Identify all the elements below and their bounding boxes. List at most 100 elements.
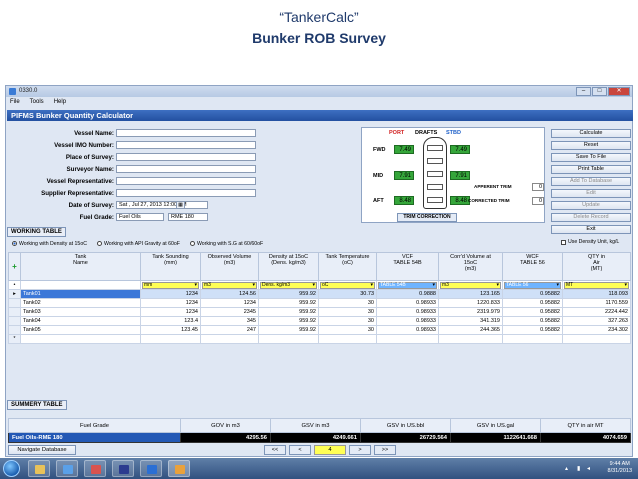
surveyor-name-input[interactable]	[116, 165, 256, 173]
new-row-icon: *	[8, 334, 21, 344]
vessel-imo-label: Vessel IMO Number:	[54, 142, 114, 149]
vessel-representative-input[interactable]	[116, 177, 256, 185]
print-table-button[interactable]: Print Table	[551, 165, 631, 174]
page-number-field[interactable]: 4	[314, 445, 346, 455]
calendar-icon[interactable]: ▦	[176, 201, 185, 209]
supplier-representative-input[interactable]	[116, 189, 256, 197]
col-header-gsv-m3: GSV in m3	[270, 418, 361, 433]
fuel-grade-label: Fuel Grade:	[79, 214, 114, 221]
fuel-type-select[interactable]: Fuel Oils	[116, 213, 164, 221]
edit-button[interactable]: Edit	[551, 189, 631, 198]
exit-button[interactable]: Exit	[551, 225, 631, 234]
sounding-unit-select[interactable]: mm	[142, 281, 199, 289]
last-page-button[interactable]: >>	[374, 445, 396, 455]
prev-page-button[interactable]: <	[289, 445, 311, 455]
table-row[interactable]: Tank04 123.4 345 959.92 30 0.98933 341.3…	[8, 316, 631, 326]
mid-stbd-draft[interactable]: 7.91	[450, 171, 470, 180]
window-title: 0330.0	[19, 88, 38, 94]
col-header-qty-air-mt: QTY in air MT	[540, 418, 631, 433]
col-header-fuel-grade: Fuel Grade	[8, 418, 181, 433]
radio-sg-60[interactable]: Working with S.G at 60/60oF	[189, 241, 263, 247]
menu-bar: File Tools Help	[6, 99, 66, 109]
app-window: 0330.0 – □ ✕ File Tools Help PIFMS Bunke…	[5, 85, 633, 457]
aft-port-draft[interactable]: 8.48	[394, 196, 414, 205]
add-row-icon[interactable]: +	[8, 252, 21, 281]
date-of-survey-picker[interactable]: Sat , Jul 27, 2013 12:00 AM	[116, 201, 208, 209]
app-taskbar-icon[interactable]	[112, 460, 134, 477]
volume-unit-select[interactable]: m3	[202, 281, 257, 289]
radio-density-15c[interactable]: Working with Density at 15oC	[12, 241, 87, 247]
supplier-representative-label: Supplier Representative:	[41, 190, 114, 197]
update-button[interactable]: Update	[551, 201, 631, 210]
table-row[interactable]: Tank05 123.45 247 959.92 30 0.98933 244.…	[8, 325, 631, 335]
delete-record-button[interactable]: Delete Record	[551, 213, 631, 222]
reset-button[interactable]: Reset	[551, 141, 631, 150]
vessel-imo-input[interactable]	[116, 141, 256, 149]
col-header-gsv-gal: GSV in US.gal	[450, 418, 541, 433]
qty-unit-select[interactable]: MT	[564, 281, 629, 289]
media-taskbar-icon[interactable]	[56, 460, 78, 477]
maximize-button[interactable]: □	[592, 87, 607, 96]
working-table-tab[interactable]: WORKING TABLE	[7, 227, 66, 237]
minimize-button[interactable]: –	[576, 87, 591, 96]
save-to-file-button[interactable]: Save To File	[551, 153, 631, 162]
col-header-density: Density at 15oC (Dens. kg/m3)	[258, 252, 319, 281]
slide-subtitle: Bunker ROB Survey	[252, 30, 386, 46]
powerpoint-taskbar-icon[interactable]	[84, 460, 106, 477]
mid-port-draft[interactable]: 7.91	[394, 171, 414, 180]
corrected-volume-unit-select[interactable]: m3	[440, 281, 501, 289]
wcf-table-select[interactable]: TABLE 56	[504, 281, 561, 289]
vessel-name-label: Vessel Name:	[74, 130, 114, 137]
menu-help[interactable]: Help	[54, 99, 66, 109]
vessel-name-input[interactable]	[116, 129, 256, 137]
row-header	[8, 316, 21, 326]
fwd-stbd-draft[interactable]: 7.49	[450, 145, 470, 154]
col-header-tank-sounding: Tank Sounding (mm)	[140, 252, 201, 281]
first-page-button[interactable]: <<	[264, 445, 286, 455]
tray-arrow-icon[interactable]: ▴	[565, 465, 568, 472]
stbd-label: STBD	[446, 130, 461, 136]
table-row[interactable]: Tank02 1234 1234 959.92 30 0.98933 1220.…	[8, 298, 631, 308]
table-row[interactable]: Tank03 1234 2345 959.92 30 0.98933 2319.…	[8, 307, 631, 317]
fuel-grade-select[interactable]: RME 180	[168, 213, 208, 221]
app-title-bar: PIFMS Bunker Quantity Calculator	[7, 110, 633, 121]
summery-table-tab[interactable]: SUMMERY TABLE	[7, 400, 67, 410]
volume-icon[interactable]: ◂	[587, 465, 590, 472]
next-page-button[interactable]: >	[349, 445, 371, 455]
radio-api-gravity[interactable]: Working with API Gravity at 60oF	[96, 241, 180, 247]
app-icon	[9, 88, 16, 95]
add-to-database-button[interactable]: Add To Database	[551, 177, 631, 186]
unit-selector-row: • mm m3 Dens. kg/m3 oC TABLE 54B m3 TABL…	[8, 280, 631, 290]
aft-stbd-draft[interactable]: 8.48	[450, 196, 470, 205]
temperature-unit-select[interactable]: oC	[320, 281, 375, 289]
new-row[interactable]: *	[8, 334, 631, 344]
menu-tools[interactable]: Tools	[30, 99, 44, 109]
fwd-port-draft[interactable]: 7.49	[394, 145, 414, 154]
density-unit-checkbox[interactable]: Use Density Unit, kg/L	[561, 239, 619, 245]
menu-file[interactable]: File	[10, 99, 20, 109]
vcf-table-select[interactable]: TABLE 54B	[378, 281, 437, 289]
col-header-vcf: VCF TABLE 54B	[376, 252, 439, 281]
corrected-trim-label: CORRECTED TRIM	[468, 198, 510, 203]
place-of-survey-input[interactable]	[116, 153, 256, 161]
navigate-database-button[interactable]: Navigate Database	[8, 445, 76, 455]
start-button[interactable]	[3, 460, 20, 477]
close-button[interactable]: ✕	[608, 87, 630, 96]
density-unit-select[interactable]: Dens. kg/m3	[260, 281, 317, 289]
clock[interactable]: 9:44 AM 8/31/2013	[608, 461, 632, 475]
row-header	[8, 298, 21, 308]
aft-label: AFT	[373, 198, 384, 204]
table-row[interactable]: ▸ Tank01 1234 124.56 959.92 30.73 0.9888…	[8, 289, 631, 299]
network-icon[interactable]: ▮	[577, 465, 580, 472]
col-header-qty-air: QTY in Air (MT)	[562, 252, 631, 281]
trim-correction-button[interactable]: TRIM CORRECTION	[397, 213, 457, 222]
col-header-gov-m3: GOV in m3	[180, 418, 271, 433]
mid-label: MID	[373, 173, 384, 179]
explorer-taskbar-icon[interactable]	[28, 460, 50, 477]
calculate-button[interactable]: Calculate	[551, 129, 631, 138]
col-header-observed-volume: Observed Volume (m3)	[200, 252, 259, 281]
window-titlebar[interactable]: 0330.0 – □ ✕	[6, 86, 632, 97]
tankercalc-taskbar-icon[interactable]	[168, 460, 190, 477]
word-taskbar-icon[interactable]	[140, 460, 162, 477]
density-mode-radios: Working with Density at 15oC Working wit…	[12, 239, 263, 248]
